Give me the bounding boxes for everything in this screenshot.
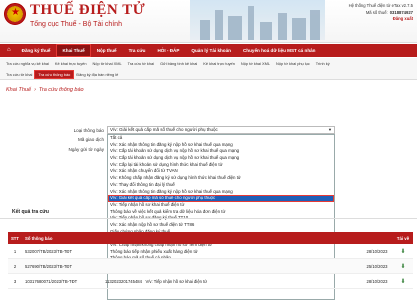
nav-chuyen-hoa[interactable]: Chuyển hoá dữ liệu MST cá nhân [237,44,322,57]
subnav-item[interactable]: Kê khai trực tuyến [52,61,90,66]
subnav-item[interactable]: Nộp tờ khai phụ lục [273,61,313,66]
home-icon[interactable]: ⌂ [2,44,16,57]
brand-title: THUẾ ĐIỆN TỬ [30,2,146,18]
chevron-down-icon: ▼ [328,127,332,132]
nav-hoi-dap[interactable]: HỎI - ĐÁP [151,44,185,57]
breadcrumb: Khai Thuế › Tra cứu thông báo [6,87,84,93]
nav-khai-thue[interactable]: Khai Thuế [56,44,91,57]
col-stt: STT [10,235,20,241]
logout-link[interactable]: Đăng xuất [393,16,413,23]
ma-giao-dich-label: Mã giao dịch [77,137,104,142]
user-info: Hệ thống Thuế điện tử eTax v2.7.5 Mã số … [313,3,413,23]
col-so-thong-bao: Số thông báo [25,235,53,241]
download-icon[interactable]: ⬇ [393,278,413,285]
cell-so: 10317680071/2023/TB-TĐT [25,278,78,284]
subnav-item[interactable]: Tra cứu nghĩa vụ kê khai [3,61,52,66]
subnav-tra-cuu-to-khai[interactable]: Tra cứu tờ khai [3,72,35,77]
download-icon[interactable]: ⬇ [393,263,413,270]
subnav-item[interactable]: Trình ký [313,61,333,66]
mst-label: Mã số thuế: [365,9,388,15]
main-nav: ⌂ Đăng ký thuế Khai Thuế Nộp thuế Tra cứ… [0,44,417,57]
select-value: V/v: Giải kết quả cấp mã số thuế cho ngư… [110,127,218,132]
results-title: Kết quả tra cứu [12,209,49,215]
dropdown-option[interactable]: V/v: Xác nhận chuyển đổi từ TVAN [108,168,334,175]
dropdown-option-selected[interactable]: V/v: Giải kết quả cấp mã số thuế cho ngư… [108,195,334,202]
dropdown-option[interactable]: V/v: Cấp tài khoản sử dụng dịch vụ nộp h… [108,155,334,162]
dropdown-option[interactable]: V/v: Xác nhận thông tin đăng ký nộp hồ s… [108,189,334,196]
dropdown-option[interactable]: V/v: Xác nhận nộp hồ sơ thuế điện tử TT8… [108,222,334,229]
dropdown-option[interactable]: V/v: Không chấp nhận đăng ký sử dụng hìn… [108,175,334,182]
table-row: 1 532007/TB/2023/TB-TĐT 28/10/2023 ⬇ [8,244,413,259]
col-tai-ve: Tải về [396,235,410,241]
subnav-item[interactable]: Nộp tờ khai XML [238,61,273,66]
dropdown-option[interactable]: V/v: Thay đổi thông tin đại lý thuế [108,182,334,189]
cell-so: 527690/TB/2023/TB-TĐT [25,263,73,269]
nav-tra-cuu[interactable]: Tra cứu [123,44,152,57]
nav-nop-thue[interactable]: Nộp thuế [91,44,123,57]
subnav-item[interactable]: Nộp tờ khai XML [90,61,125,66]
cell-stt: 1 [13,248,17,254]
dropdown-option[interactable]: Thông báo về việc kết quả kiểm tra dữ li… [108,209,334,216]
brand-subtitle: Tổng cục Thuế - Bộ Tài chính [30,21,122,28]
nav-dang-ky-thue[interactable]: Đăng ký thuế [16,44,57,57]
ngay-gui-label: Ngày gửi tờ ngày [68,147,104,152]
header: ★ THUẾ ĐIỆN TỬ Tổng cục Thuế - Bộ Tài ch… [0,0,417,43]
table-row: 2 527690/TB/2023/TB-TĐT 25/10/2023 ⬇ [8,259,413,274]
dropdown-option[interactable]: V/v: Cấp lại tài khoản sử dụng hình thức… [108,162,334,169]
loai-thong-bao-select[interactable]: V/v: Giải kết quả cấp mã số thuế cho ngư… [107,126,335,134]
national-emblem-icon: ★ [4,3,26,25]
divider [0,218,417,219]
sub-nav: Tra cứu nghĩa vụ kê khai Kê khai trực tu… [0,58,417,80]
subnav-item[interactable]: Gửi bảng tính kê khai [157,61,200,66]
dropdown-option[interactable]: V/v: Xác nhận thông tin đăng ký nộp hồ s… [108,142,334,149]
cell-desc-code: 1132023201745484 [105,278,142,284]
cell-stt: 2 [13,263,17,269]
breadcrumb-item[interactable]: Khai Thuế [6,87,31,93]
table-row: 3 10317680071/2023/TB-TĐT 11320232017454… [8,274,413,289]
loai-thong-bao-label: Loại thông báo [73,128,104,133]
cell-desc: 1132023201745484 V/v: Tiếp nhận hồ sơ kh… [102,279,361,284]
subnav-item[interactable]: Kê khai trực tuyến [200,61,238,66]
cell-date: 25/10/2023 [366,263,388,269]
results-table: STT Số thông báo Tải về 1 532007/TB/2023… [8,232,413,289]
breadcrumb-item: Tra cứu thông báo [38,87,84,93]
chevron-right-icon: › [34,87,36,93]
subnav-dang-ky-dia-ban[interactable]: Đăng ký địa bàn riêng lẻ [73,72,121,77]
dropdown-option[interactable]: V/v: Tiếp nhận hồ sơ khai thuế điện tử [108,202,334,209]
cell-desc-extra: V/v: Tiếp nhận hồ sơ khai điện tử [145,278,208,284]
skyline-banner [190,0,325,40]
cell-date: 28/10/2023 [366,248,388,254]
cell-date: 28/10/2023 [366,278,388,284]
subnav-tra-cuu-thong-bao[interactable]: Tra cứu thông báo [34,70,75,79]
cell-stt: 3 [13,278,17,284]
table-header: STT Số thông báo Tải về [8,232,413,244]
subnav-item[interactable]: Tra cứu tờ khai [125,61,157,66]
cell-so: 532007/TB/2023/TB-TĐT [25,248,73,254]
dropdown-option[interactable]: V/v: Cấp tài khoản sử dụng dịch vụ nộp h… [108,148,334,155]
download-icon[interactable]: ⬇ [393,248,413,255]
nav-quan-ly-tai-khoan[interactable]: Quản lý Tài khoản [185,44,237,57]
dropdown-option[interactable]: Tất cả [108,135,334,142]
